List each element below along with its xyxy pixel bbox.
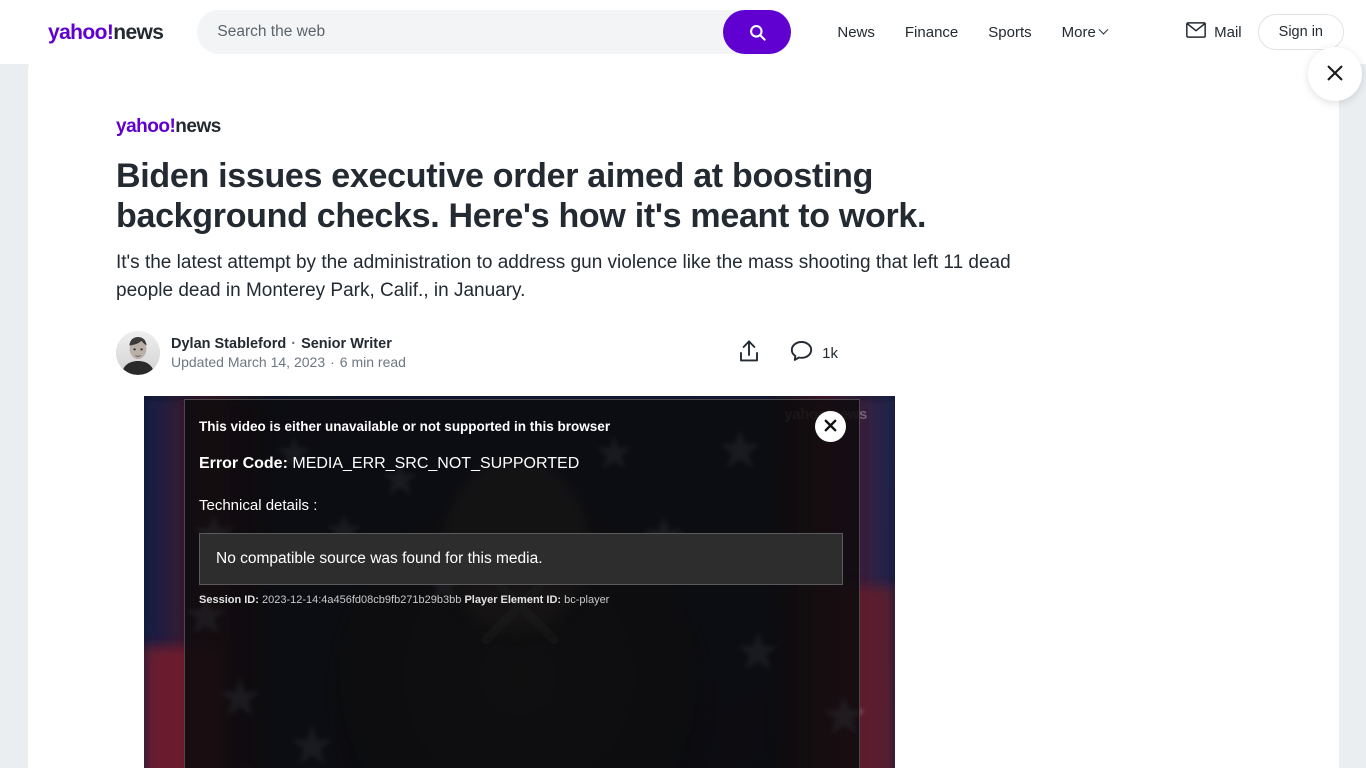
comment-count: 1k <box>822 344 838 362</box>
session-id-label: Session ID: <box>199 594 259 607</box>
logo-yahoo-text: yahoo <box>48 20 107 44</box>
author-role: Senior Writer <box>301 336 392 353</box>
article-logo-news-text: news <box>175 116 221 137</box>
close-article-button[interactable] <box>1308 47 1362 101</box>
technical-details-text: No compatible source was found for this … <box>216 550 543 568</box>
yahoo-news-logo[interactable]: yahoo! news <box>48 20 164 44</box>
primary-nav: News Finance Sports More <box>837 23 1109 41</box>
session-id-value: 2023-12-14:4a456fd08cb9fb271b29b3bb <box>261 594 462 607</box>
error-code-value: MEDIA_ERR_SRC_NOT_SUPPORTED <box>292 455 580 473</box>
technical-details-label: Technical details : <box>199 497 318 515</box>
byline-separator: · <box>291 336 297 353</box>
technical-details-box: No compatible source was found for this … <box>199 533 843 586</box>
search-bar <box>197 10 792 54</box>
author-name[interactable]: Dylan Stableford <box>171 336 286 352</box>
mail-label: Mail <box>1214 23 1242 41</box>
nav-item-more[interactable]: More <box>1061 23 1109 41</box>
nav-label: Finance <box>904 23 959 41</box>
byline-row: Dylan Stableford · Senior Writer Updated M… <box>116 331 866 376</box>
chevron-down-icon <box>1098 24 1109 35</box>
video-player[interactable]: yahoo!news This video is either unavaila… <box>144 396 895 768</box>
nav-item-news[interactable]: News <box>837 24 875 41</box>
player-element-id-value: bc-player <box>564 594 610 607</box>
article-headline: Biden issues executive order aimed at bo… <box>116 157 927 236</box>
nav-label: Sports <box>988 23 1032 41</box>
article-standfirst: It's the latest attempt by the administr… <box>116 251 1011 302</box>
article-logo-yahoo-text: yahoo <box>116 116 170 137</box>
top-navigation-bar: yahoo!news News Finance Sports More <box>0 0 1366 64</box>
share-icon <box>738 339 760 367</box>
nav-label: More <box>1061 23 1096 41</box>
author-avatar[interactable] <box>116 331 160 376</box>
error-code-line: Error Code: MEDIA_ERR_SRC_NOT_SUPPORTED <box>199 455 843 473</box>
error-title: This video is either unavailable or not … <box>199 419 611 435</box>
nav-item-finance[interactable]: Finance <box>905 24 958 41</box>
error-code-label: Error Code: <box>199 455 288 473</box>
error-dialog-close-button[interactable] <box>815 411 846 443</box>
article-card: yahoo! news Biden issues executive order … <box>28 56 1339 768</box>
author-line: Dylan Stableford · Senior Writer <box>171 336 406 352</box>
article-body: yahoo! news Biden issues executive order … <box>28 56 1339 768</box>
sign-in-button[interactable]: Sign in <box>1257 14 1344 50</box>
article-actions: 1k <box>738 339 866 367</box>
article-yahoo-news-logo: yahoo! news <box>116 116 1339 138</box>
search-input[interactable] <box>197 10 792 54</box>
meta-line: Updated March 14, 2023 · 6 min read <box>171 354 406 370</box>
player-element-id-label: Player Element ID: <box>464 594 562 607</box>
share-button[interactable] <box>738 339 760 367</box>
avatar-portrait-icon <box>116 331 160 376</box>
logo-news-text: news <box>113 20 164 44</box>
read-time: 6 min read <box>339 354 406 371</box>
comment-button[interactable]: 1k <box>790 340 838 366</box>
mail-icon <box>1186 22 1207 42</box>
close-icon <box>1324 62 1346 87</box>
search-button[interactable] <box>723 10 792 54</box>
session-info-line: Session ID: 2023-12-14:4a456fd08cb9fb271… <box>199 594 843 606</box>
meta-separator: · <box>330 354 335 371</box>
close-icon <box>823 418 838 436</box>
search-icon <box>748 23 767 42</box>
updated-timestamp: Updated March 14, 2023 <box>171 354 326 371</box>
nav-label: News <box>837 23 875 41</box>
mail-link[interactable]: Mail <box>1186 22 1242 42</box>
comment-icon <box>790 340 813 366</box>
nav-item-sports[interactable]: Sports <box>988 24 1031 41</box>
video-error-dialog: This video is either unavailable or not … <box>184 399 860 768</box>
byline-text: Dylan Stableford · Senior Writer Updated M… <box>171 336 406 370</box>
